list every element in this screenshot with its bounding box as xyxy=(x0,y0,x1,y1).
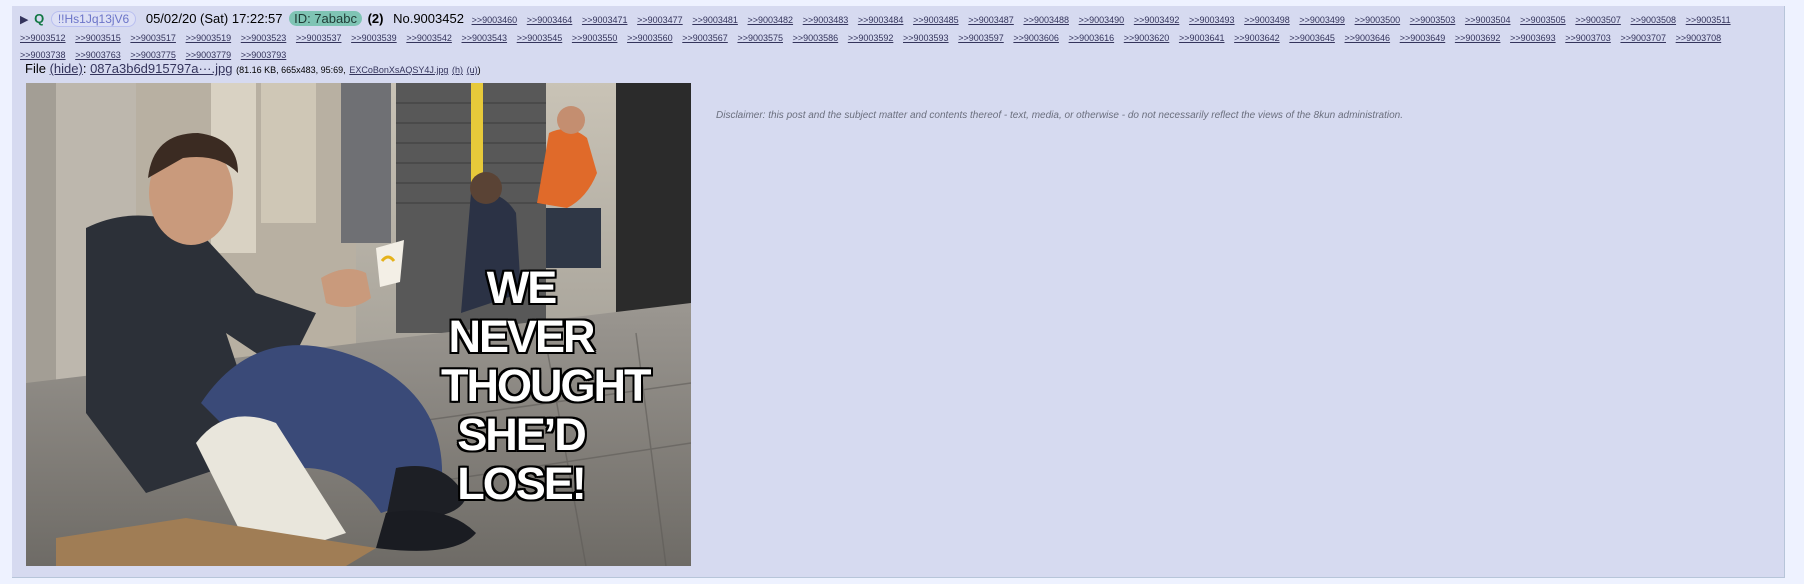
backlink[interactable]: >>9003620 xyxy=(1124,33,1170,43)
backlink[interactable]: >>9003593 xyxy=(903,33,949,43)
hide-file-link[interactable]: (hide) xyxy=(50,61,83,76)
backlink[interactable]: >>9003511 xyxy=(1686,15,1731,25)
file-info: File (hide): 087a3b6d915797a···.jpg (81.… xyxy=(25,61,481,76)
backlink[interactable]: >>9003460 xyxy=(472,15,518,25)
file-meta: (81.16 KB, 665x483, 95:69, xyxy=(236,65,346,75)
original-filename-link[interactable]: EXCoBonXsAQSY4J.jpg xyxy=(349,65,448,75)
backlink[interactable]: >>9003481 xyxy=(692,15,738,25)
backlink[interactable]: >>9003763 xyxy=(75,50,121,60)
post-intro: ▶ Q !!Hs1Jq13jV6 05/02/20 (Sat) 17:22:57… xyxy=(20,11,1775,64)
post-image[interactable]: WE NEVER THOUGHT SHE’D LOSE! xyxy=(26,83,691,566)
backlink[interactable]: >>9003543 xyxy=(462,33,508,43)
backlink[interactable]: >>9003498 xyxy=(1244,15,1290,25)
poster-id-badge[interactable]: ID: 7ababc xyxy=(289,11,362,26)
backlink[interactable]: >>9003708 xyxy=(1676,33,1722,43)
backlink[interactable]: >>9003606 xyxy=(1013,33,1059,43)
backlink[interactable]: >>9003545 xyxy=(517,33,563,43)
backlink[interactable]: >>9003703 xyxy=(1565,33,1611,43)
backlink[interactable]: >>9003500 xyxy=(1355,15,1401,25)
backlink[interactable]: >>9003642 xyxy=(1234,33,1280,43)
backlink[interactable]: >>9003738 xyxy=(20,50,66,60)
backlink[interactable]: >>9003793 xyxy=(241,50,287,60)
backlink[interactable]: >>9003692 xyxy=(1455,33,1501,43)
backlink[interactable]: >>9003592 xyxy=(848,33,894,43)
backlink[interactable]: >>9003488 xyxy=(1023,15,1069,25)
post-number-link[interactable]: No.9003452 xyxy=(393,11,464,26)
backlink[interactable]: >>9003515 xyxy=(75,33,121,43)
backlink[interactable]: >>9003493 xyxy=(1189,15,1235,25)
backlink[interactable]: >>9003537 xyxy=(296,33,342,43)
backlink[interactable]: >>9003471 xyxy=(582,15,628,25)
backlink[interactable]: >>9003507 xyxy=(1575,15,1621,25)
backlink[interactable]: >>9003505 xyxy=(1520,15,1566,25)
file-label: File xyxy=(25,61,46,76)
backlink[interactable]: >>9003693 xyxy=(1510,33,1556,43)
reply-count: (2) xyxy=(367,11,384,26)
disclaimer-text: Disclaimer: this post and the subject ma… xyxy=(716,110,1403,121)
backlink[interactable]: >>9003484 xyxy=(858,15,904,25)
backlink[interactable]: >>9003464 xyxy=(527,15,573,25)
caption-line: SHE’D LOSE! xyxy=(457,409,587,509)
backlink[interactable]: >>9003523 xyxy=(241,33,287,43)
backlink[interactable]: >>9003492 xyxy=(1134,15,1180,25)
backlink[interactable]: >>9003616 xyxy=(1069,33,1115,43)
backlink[interactable]: >>9003490 xyxy=(1079,15,1125,25)
backlink[interactable]: >>9003499 xyxy=(1299,15,1345,25)
backlink[interactable]: >>9003542 xyxy=(406,33,452,43)
backlink[interactable]: >>9003485 xyxy=(913,15,959,25)
backlink[interactable]: >>9003707 xyxy=(1620,33,1666,43)
backlink[interactable]: >>9003482 xyxy=(748,15,794,25)
backlink[interactable]: >>9003477 xyxy=(637,15,683,25)
backlink[interactable]: >>9003646 xyxy=(1345,33,1391,43)
backlink[interactable]: >>9003550 xyxy=(572,33,618,43)
backlink[interactable]: >>9003512 xyxy=(20,33,66,43)
backlink[interactable]: >>9003567 xyxy=(682,33,728,43)
poster-name: Q xyxy=(34,11,45,26)
tripcode: !!Hs1Jq13jV6 xyxy=(50,11,137,27)
backlink[interactable]: >>9003517 xyxy=(130,33,176,43)
backlink[interactable]: >>9003504 xyxy=(1465,15,1511,25)
post-menu-arrow-icon[interactable]: ▶ xyxy=(20,14,28,26)
caption-line: WE xyxy=(486,262,558,313)
backlink[interactable]: >>9003503 xyxy=(1410,15,1456,25)
backlink[interactable]: >>9003539 xyxy=(351,33,397,43)
backlink[interactable]: >>9003575 xyxy=(737,33,783,43)
hash-search-link[interactable]: (h) xyxy=(452,65,463,75)
backlink[interactable]: >>9003649 xyxy=(1400,33,1446,43)
file-meta-close: ) xyxy=(477,65,481,75)
image-caption: WE NEVER THOUGHT SHE’D LOSE! xyxy=(441,262,651,509)
post-container: ▶ Q !!Hs1Jq13jV6 05/02/20 (Sat) 17:22:57… xyxy=(12,6,1785,578)
backlink[interactable]: >>9003519 xyxy=(186,33,232,43)
caption-line: NEVER xyxy=(448,311,595,362)
backlink[interactable]: >>9003508 xyxy=(1631,15,1677,25)
backlink[interactable]: >>9003775 xyxy=(130,50,176,60)
backlink[interactable]: >>9003483 xyxy=(803,15,849,25)
backlink[interactable]: >>9003779 xyxy=(186,50,232,60)
file-name-link[interactable]: 087a3b6d915797a···.jpg xyxy=(90,61,232,76)
post-date: 05/02/20 (Sat) 17:22:57 xyxy=(145,11,283,26)
backlink[interactable]: >>9003560 xyxy=(627,33,673,43)
backlink[interactable]: >>9003645 xyxy=(1289,33,1335,43)
backlink[interactable]: >>9003597 xyxy=(958,33,1004,43)
caption-line: THOUGHT xyxy=(441,360,651,411)
backlink[interactable]: >>9003586 xyxy=(793,33,839,43)
backlink[interactable]: >>9003487 xyxy=(968,15,1014,25)
backlink[interactable]: >>9003641 xyxy=(1179,33,1225,43)
unshorten-link[interactable]: (u) xyxy=(467,65,478,75)
